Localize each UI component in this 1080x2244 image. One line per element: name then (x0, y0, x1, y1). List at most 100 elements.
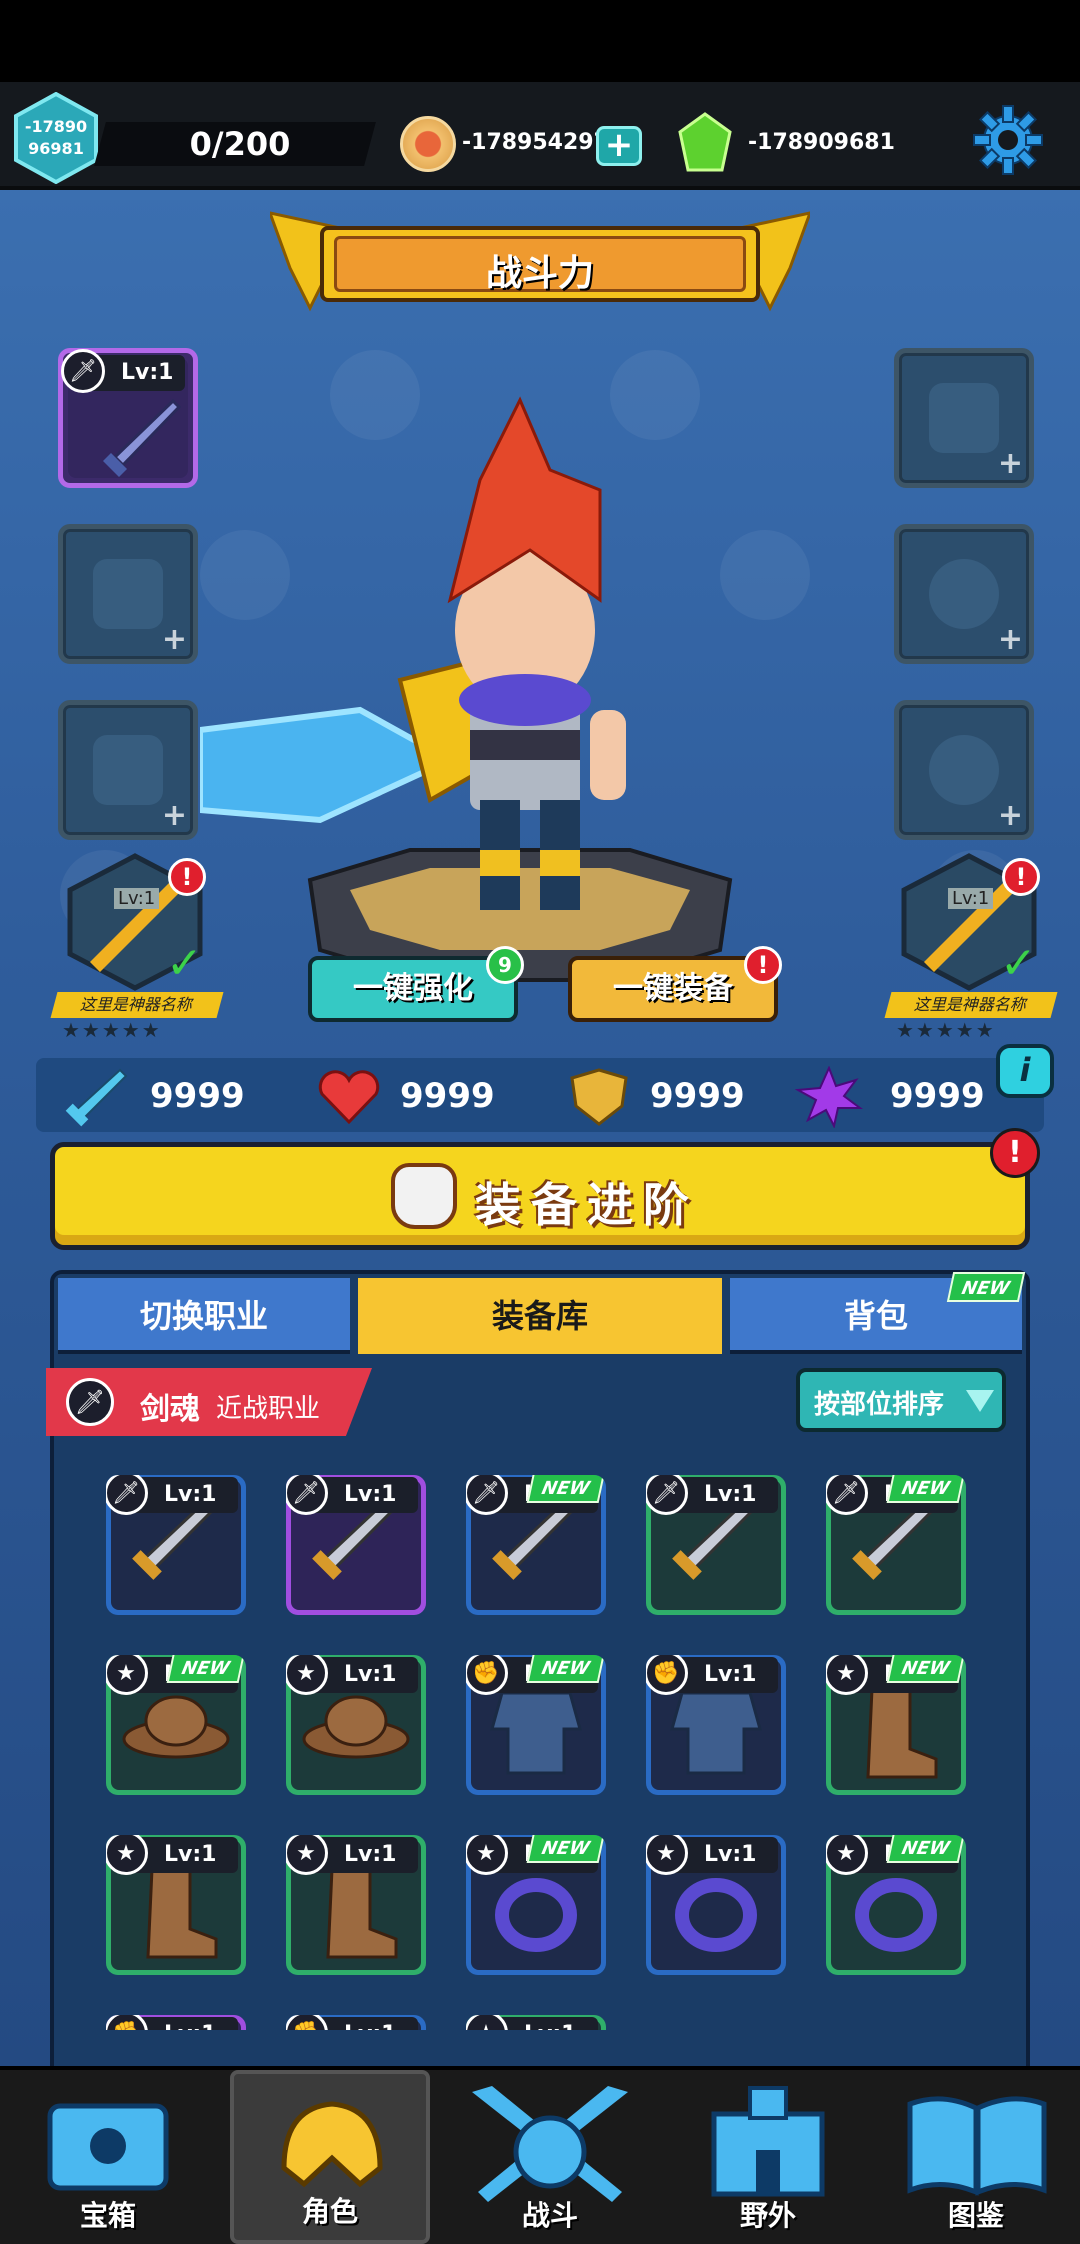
tab-switch-class-label: 切换职业 (139, 1297, 268, 1335)
player-level-badge[interactable]: -17890 96981 (10, 91, 102, 185)
alert-icon: ! (990, 1128, 1040, 1178)
ring-slot-empty[interactable]: + (894, 700, 1034, 840)
item-level: Lv:1 (344, 1662, 397, 1687)
heart-icon (318, 1070, 380, 1125)
class-type: 近战职业 (216, 1394, 321, 1424)
nav-character-label: 角色 (301, 2195, 358, 2228)
plus-icon: + (997, 798, 1023, 833)
open-book-icon (907, 2096, 1047, 2196)
nav-battle[interactable]: 战斗 (442, 2070, 658, 2244)
nav-chest[interactable]: 宝箱 (0, 2070, 216, 2244)
attack-value: 9999 (150, 1076, 245, 1116)
equipment-item[interactable]: Lv:1★ (286, 1835, 426, 1975)
nav-codex[interactable]: 图鉴 (872, 2070, 1080, 2244)
helmet-slot-empty[interactable]: + (894, 348, 1034, 488)
boots-slot-empty[interactable]: + (58, 700, 198, 840)
equipment-advance-button[interactable]: 装备进阶 (50, 1142, 1030, 1250)
sword-icon: 🗡 (61, 349, 105, 393)
equipment-item[interactable]: Lv:1★NEW (106, 1655, 246, 1795)
equipment-item[interactable]: Lv:1✊NEW (466, 1655, 606, 1795)
necklace-silhouette-icon (929, 559, 999, 629)
armor-icon (391, 1163, 457, 1229)
new-badge: NEW (526, 1655, 606, 1683)
health-stat: 9999 (300, 1062, 530, 1132)
equipment-item[interactable]: Lv:1 ★ (466, 2015, 606, 2030)
settings-gear-icon[interactable] (970, 102, 1046, 178)
nav-character[interactable]: 角色 (230, 2070, 430, 2244)
shield-icon (570, 1068, 628, 1126)
item-level: Lv:1 (704, 1482, 757, 1507)
star-rating-icon: ★★★★★ (896, 1018, 996, 1042)
check-icon: ✓ (1000, 938, 1037, 989)
tab-equipment-storage[interactable]: 装备库 (358, 1278, 722, 1354)
nav-wild-label: 野外 (739, 2199, 796, 2232)
equipment-item[interactable]: Lv:1★ (106, 1835, 246, 1975)
check-icon: ✓ (166, 938, 203, 989)
combat-power-title: 战斗力 (485, 253, 594, 294)
nav-wild[interactable]: 野外 (660, 2070, 876, 2244)
info-button[interactable]: i (996, 1044, 1054, 1098)
tab-switch-class[interactable]: 切换职业 (58, 1278, 350, 1354)
sword-icon: 🗡 (66, 1378, 114, 1426)
equipment-item[interactable]: Lv:1 ✊ (106, 2015, 246, 2030)
item-level: Lv:1 (524, 2022, 576, 2030)
equipment-item[interactable]: Lv:1🗡NEW (826, 1475, 966, 1615)
new-badge: NEW (886, 1475, 966, 1503)
top-resource-bar: -17890 96981 0/200 -1789542973 + -178909… (0, 82, 1080, 190)
left-artifact-name: 这里是神器名称 (50, 992, 224, 1018)
dagger-icon (103, 398, 182, 477)
health-value: 9999 (400, 1076, 495, 1116)
sort-by-slot-button[interactable]: 按部位排序 (796, 1368, 1006, 1432)
equipment-item[interactable]: Lv:1★ (286, 1655, 426, 1795)
gem-icon (676, 112, 734, 174)
alert-icon: ! (168, 858, 206, 896)
item-type-icon: ★ (466, 2015, 508, 2030)
tab-equipment-storage-label: 装备库 (491, 1297, 588, 1335)
armor-slot-empty[interactable]: + (58, 524, 198, 664)
equipment-item[interactable]: Lv:1 🗡 (646, 1475, 786, 1615)
item-level: Lv:1 (344, 1842, 397, 1867)
equipment-grid: Lv:1🗡Lv:1🗡Lv:1🗡NEWLv:1🗡Lv:1🗡NEWLv:1★NEWL… (50, 1470, 1030, 2030)
equipment-item[interactable]: Lv:1★NEW (466, 1835, 606, 1975)
equipment-item[interactable]: Lv:1★NEW (826, 1655, 966, 1795)
equipment-item[interactable]: Lv:1✊ (646, 1655, 786, 1795)
attack-stat: 9999 (50, 1062, 280, 1132)
alert-icon: ! (1002, 858, 1040, 896)
item-level: Lv:1 (344, 2022, 396, 2030)
equipment-item[interactable]: Lv:1🗡NEW (466, 1475, 606, 1615)
defense-stat: 9999 (550, 1062, 780, 1132)
equipment-item[interactable]: Lv:1★NEW (826, 1835, 966, 1975)
right-artifact-level: Lv:1 (948, 888, 994, 909)
chest-icon (47, 2103, 169, 2191)
add-coin-button[interactable]: + (596, 126, 642, 166)
equipment-item[interactable]: Lv:1 ✊ (286, 2015, 426, 2030)
item-level: Lv:1 (704, 1842, 757, 1867)
plus-icon: + (604, 125, 634, 165)
boots-silhouette-icon (93, 735, 163, 805)
item-level: Lv:1 (164, 2022, 216, 2030)
star-rating-icon: ★★★★★ (62, 1018, 162, 1042)
plus-icon: + (997, 622, 1023, 657)
ring-silhouette-icon (929, 735, 999, 805)
plus-icon: + (161, 622, 187, 657)
coin-icon (400, 116, 456, 172)
equipment-item[interactable]: Lv:1★ (646, 1835, 786, 1975)
alert-icon: ! (744, 946, 782, 984)
equipment-item[interactable]: Lv:1 🗡 (286, 1475, 426, 1615)
plus-icon: + (997, 446, 1023, 481)
nav-codex-label: 图鉴 (947, 2199, 1004, 2232)
item-level: Lv:1 (344, 1482, 397, 1507)
plus-icon: + (161, 798, 187, 833)
new-badge: NEW (526, 1835, 606, 1863)
right-artifact[interactable]: Lv:1 ! ✓ 这里是神器名称 ★★★★★ (884, 852, 1058, 1052)
class-name: 剑魂 (140, 1392, 200, 1427)
item-type-icon: ✊ (286, 2015, 328, 2030)
class-header: 🗡 剑魂 近战职业 (46, 1368, 372, 1436)
left-artifact[interactable]: Lv:1 ! ✓ 这里是神器名称 ★★★★★ (50, 852, 224, 1052)
weapon-slot[interactable]: Lv:1 🗡 (58, 348, 198, 488)
equipment-item[interactable]: Lv:1 🗡 (106, 1475, 246, 1615)
necklace-slot-empty[interactable]: + (894, 524, 1034, 664)
item-level: Lv:1 (704, 1662, 757, 1687)
item-type-icon: ✊ (106, 2015, 148, 2030)
combat-power-banner: 战斗力 (270, 208, 810, 318)
